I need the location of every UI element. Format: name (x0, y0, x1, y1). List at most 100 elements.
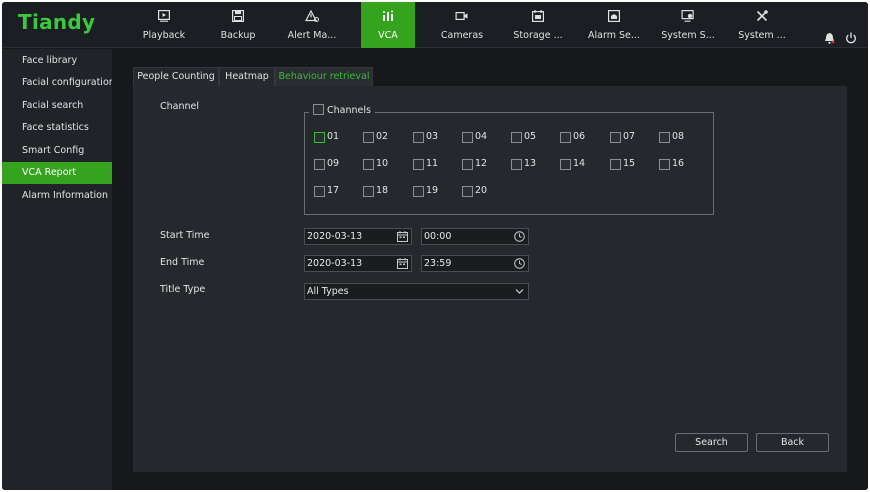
end-date-field[interactable]: 2020-03-13 (304, 255, 412, 272)
start-date-field[interactable]: 2020-03-13 (304, 228, 412, 245)
channel-checkbox[interactable] (413, 186, 424, 197)
clock-icon[interactable] (514, 258, 525, 269)
sidebar-item-vca-report[interactable]: VCA Report (2, 162, 112, 184)
tab-people-counting[interactable]: People Counting (133, 67, 219, 86)
power-icon[interactable] (845, 32, 857, 44)
nav-label: Backup (220, 30, 256, 41)
behaviour-retrieval-panel: Channel Channels 01 02 03 04 05 06 07 08… (133, 86, 847, 472)
calendar-icon[interactable] (397, 231, 408, 242)
channel-label-05: 05 (524, 131, 537, 142)
channel-label-13: 13 (524, 158, 537, 169)
tab-behaviour-retrieval[interactable]: Behaviour retrieval (275, 67, 373, 86)
nav-backup[interactable]: Backup (210, 2, 266, 48)
channel-checkbox[interactable] (314, 132, 325, 143)
main-content: People Counting Heatmap Behaviour retrie… (112, 49, 868, 490)
channel-checkbox[interactable] (610, 132, 621, 143)
app-window: Tiandy Playback Backup Alert Ma... VCA C… (2, 2, 868, 490)
sidebar: Face library Facial configuration Facial… (2, 49, 115, 490)
playback-icon (158, 10, 170, 22)
top-navigation-bar: Tiandy Playback Backup Alert Ma... VCA C… (2, 2, 868, 48)
channel-checkbox[interactable] (659, 159, 670, 170)
nav-label: Alarm Se... (588, 30, 640, 41)
nav-label: Storage ... (513, 30, 563, 41)
channel-label-03: 03 (426, 131, 439, 142)
sidebar-item-smart-config[interactable]: Smart Config (2, 140, 112, 162)
channel-label-20: 20 (475, 185, 488, 196)
alarm-settings-icon (608, 10, 620, 22)
bell-icon[interactable] (824, 32, 835, 44)
channel-label-08: 08 (672, 131, 685, 142)
channel-checkbox[interactable] (462, 132, 473, 143)
nav-storage[interactable]: Storage ... (510, 2, 566, 48)
end-time-field[interactable]: 23:59 (421, 255, 529, 272)
end-time-label: End Time (160, 257, 205, 268)
channel-label-09: 09 (327, 158, 340, 169)
nav-cameras[interactable]: Cameras (434, 2, 490, 48)
camera-icon (455, 11, 468, 21)
channel-label-06: 06 (573, 131, 586, 142)
channel-label-04: 04 (475, 131, 488, 142)
start-time-label: Start Time (160, 230, 210, 241)
nav-alert-management[interactable]: Alert Ma... (284, 2, 340, 48)
channel-checkbox[interactable] (659, 132, 670, 143)
channel-checkbox[interactable] (314, 186, 325, 197)
channel-checkbox[interactable] (363, 186, 374, 197)
channel-checkbox[interactable] (363, 132, 374, 143)
vca-icon (383, 10, 393, 21)
channel-label-01: 01 (327, 131, 340, 142)
back-button[interactable]: Back (756, 433, 829, 452)
channel-checkbox[interactable] (413, 132, 424, 143)
channel-label-02: 02 (376, 131, 389, 142)
nav-alarm-settings[interactable]: Alarm Se... (586, 2, 642, 48)
channel-label-12: 12 (475, 158, 488, 169)
channel-label-15: 15 (623, 158, 636, 169)
nav-label: System ... (738, 30, 786, 41)
backup-icon (232, 10, 244, 22)
clock-icon[interactable] (514, 231, 525, 242)
start-time-value: 00:00 (424, 231, 452, 242)
sidebar-item-face-library[interactable]: Face library (2, 50, 112, 72)
channel-checkbox[interactable] (462, 159, 473, 170)
sidebar-item-face-statistics[interactable]: Face statistics (2, 117, 112, 139)
alert-icon (305, 10, 319, 22)
channel-checkbox[interactable] (462, 186, 473, 197)
nav-system-settings[interactable]: System S... (660, 2, 716, 48)
channel-label-11: 11 (426, 158, 439, 169)
sidebar-item-facial-search[interactable]: Facial search (2, 95, 112, 117)
title-type-select[interactable]: All Types (304, 283, 529, 300)
start-time-field[interactable]: 00:00 (421, 228, 529, 245)
end-time-value: 23:59 (424, 258, 452, 269)
channel-label-16: 16 (672, 158, 685, 169)
channel-checkbox[interactable] (560, 159, 571, 170)
nav-system-tools[interactable]: System ... (734, 2, 790, 48)
channel-label-14: 14 (573, 158, 586, 169)
title-type-value: All Types (307, 286, 349, 297)
sidebar-item-facial-configuration[interactable]: Facial configuration (2, 72, 115, 94)
brand-logo: Tiandy (18, 10, 96, 34)
nav-vca[interactable]: VCA (361, 2, 415, 48)
end-date-value: 2020-03-13 (307, 258, 363, 269)
nav-playback[interactable]: Playback (136, 2, 192, 48)
system-tools-icon (756, 10, 768, 22)
search-button[interactable]: Search (675, 433, 748, 452)
select-all-checkbox[interactable] (313, 104, 324, 115)
channel-label-07: 07 (623, 131, 636, 142)
chevron-down-icon (515, 289, 524, 294)
channel-checkbox[interactable] (314, 159, 325, 170)
tab-heatmap[interactable]: Heatmap (219, 67, 275, 86)
calendar-icon[interactable] (397, 258, 408, 269)
channel-checkbox[interactable] (413, 159, 424, 170)
channel-checkbox[interactable] (610, 159, 621, 170)
channels-select-all[interactable]: Channels (309, 104, 375, 118)
channel-checkbox[interactable] (511, 159, 522, 170)
channel-label-18: 18 (376, 185, 389, 196)
system-settings-icon (681, 10, 694, 22)
channel-checkbox[interactable] (363, 159, 374, 170)
channel-checkbox[interactable] (560, 132, 571, 143)
channel-label-17: 17 (327, 185, 340, 196)
channel-label-10: 10 (376, 158, 389, 169)
nav-label: Alert Ma... (287, 30, 337, 41)
channels-group-label: Channels (327, 105, 371, 116)
channel-checkbox[interactable] (511, 132, 522, 143)
sidebar-item-alarm-information[interactable]: Alarm Information (2, 185, 112, 207)
